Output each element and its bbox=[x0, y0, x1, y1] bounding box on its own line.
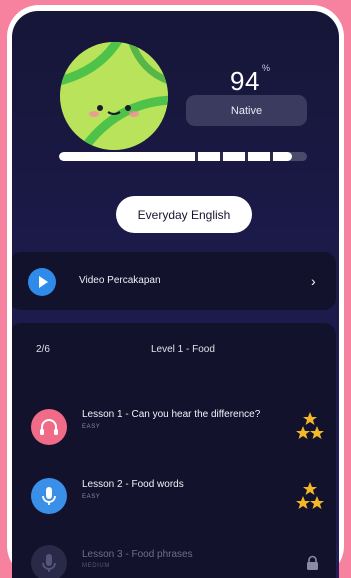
progress-segment-divider bbox=[220, 152, 223, 161]
play-icon bbox=[28, 268, 56, 296]
three-stars-icon bbox=[296, 482, 324, 509]
headphones-icon bbox=[31, 409, 67, 445]
lesson-title: Lesson 3 - Food phrases bbox=[82, 549, 193, 560]
lesson-count: 2/6 bbox=[36, 344, 50, 355]
level-card: 2/6 Level 1 - Food Lesson 1 - Can you he… bbox=[12, 323, 336, 578]
progress-bar bbox=[59, 152, 307, 161]
progress-segment-divider bbox=[245, 152, 248, 161]
video-conversation-card[interactable]: Video Percakapan › bbox=[12, 252, 336, 310]
level-badge-label: Native bbox=[230, 104, 263, 117]
level-badge[interactable]: Native bbox=[186, 95, 307, 126]
progress-segment-divider bbox=[270, 152, 273, 161]
app-screen: 94 % Native Everyday English Video Perca… bbox=[12, 11, 339, 578]
level-title: Level 1 - Food bbox=[151, 344, 215, 355]
video-label: Video Percakapan bbox=[79, 275, 161, 286]
lesson-difficulty: EASY bbox=[82, 424, 101, 430]
lesson-title: Lesson 2 - Food words bbox=[82, 479, 184, 490]
tennis-ball-avatar bbox=[60, 42, 168, 150]
topic-button[interactable]: Everyday English bbox=[116, 196, 252, 233]
lesson-difficulty: MEDIUM bbox=[82, 563, 110, 569]
lock-icon bbox=[307, 555, 318, 570]
chevron-right-icon: › bbox=[311, 273, 316, 289]
microphone-icon bbox=[31, 478, 67, 514]
progress-segment-divider bbox=[195, 152, 198, 161]
percent-symbol: % bbox=[262, 63, 271, 73]
lesson-difficulty: EASY bbox=[82, 494, 101, 500]
microphone-icon bbox=[31, 545, 67, 578]
progress-fill bbox=[59, 152, 293, 161]
mastery-percent: 94 bbox=[230, 66, 260, 96]
topic-label: Everyday English bbox=[137, 207, 231, 222]
lesson-title: Lesson 1 - Can you hear the difference? bbox=[82, 409, 261, 420]
three-stars-icon bbox=[296, 412, 324, 439]
